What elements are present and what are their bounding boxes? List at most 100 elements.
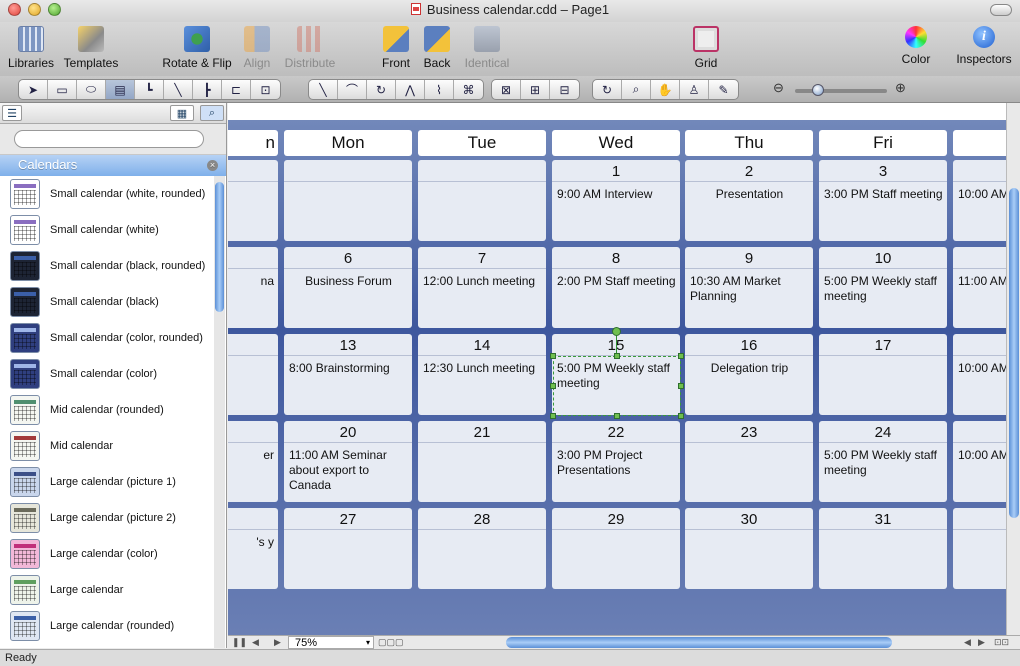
calendar-day-cell[interactable]: 11:00 AM training [953,247,1006,328]
grid-view-icon[interactable]: ▦ [170,105,194,121]
scroll-right-icon[interactable]: ▶ [978,636,985,649]
zoom-in-icon[interactable]: ⊕ [895,80,906,96]
tree-connector-tool-icon[interactable]: ┣ [193,80,222,99]
horizontal-scroll-thumb[interactable] [506,637,892,648]
stamp-icon[interactable]: ♙ [680,80,709,99]
search-toggle-icon[interactable]: ⌕ [200,105,224,121]
scroll-left-icon[interactable]: ◀ [964,636,971,649]
insert-tool-icon[interactable]: ⊡ [251,80,280,99]
front-button[interactable]: Front [378,26,414,70]
resize-handle-ne[interactable] [678,353,684,359]
line-tool-icon[interactable]: ╲ [309,80,338,99]
library-item[interactable]: Large calendar (picture 2) [0,500,214,536]
snap-icon[interactable]: ⊠ [492,80,521,99]
zoom-slider[interactable] [795,89,887,93]
resize-handle-sw[interactable] [550,413,556,419]
calendars-section-header[interactable]: Calendars × [0,155,226,176]
close-section-icon[interactable]: × [207,160,218,171]
calendar-day-cell[interactable]: 13 8:00 Brainstorming [284,334,412,415]
hand-pan-icon[interactable]: ✋ [651,80,680,99]
calendar-day-cell[interactable] [228,160,278,241]
arc-tool-icon[interactable]: ⌒ [338,80,367,99]
align-button[interactable]: Align [238,26,276,70]
library-item[interactable]: Small calendar (black, rounded) [0,248,214,284]
calendar-day-cell[interactable]: 2 Presentation [685,160,813,241]
close-window-button[interactable] [8,3,21,16]
magnify-icon[interactable]: ⌕ [622,80,651,99]
chain-tool-icon[interactable]: ⊏ [222,80,251,99]
minimize-window-button[interactable] [28,3,41,16]
calendar-day-cell[interactable]: 10 5:00 PM Weekly staff meeting [819,247,947,328]
calendar-day-cell[interactable] [418,160,546,241]
library-item[interactable]: Large calendar (color) [0,536,214,572]
sidebar-scrollbar[interactable] [214,176,225,648]
calendar-day-cell[interactable]: 14 12:30 Lunch meeting [418,334,546,415]
calendar-day-cell[interactable]: 8 2:00 PM Staff meeting [552,247,680,328]
selection-box[interactable] [553,356,681,416]
drawing-canvas[interactable]: n Mon Tue Wed Thu Fri 1 9:00 AM Interview 2 Prese… [228,103,1006,635]
calendar-day-cell[interactable]: 1 9:00 AM Interview [552,160,680,241]
calendar-day-cell[interactable]: 17 [819,334,947,415]
distribute-button[interactable]: Distribute [280,26,340,70]
calendar-day-cell[interactable] [953,508,1006,589]
calendar-day-cell[interactable]: 28 [418,508,546,589]
library-item[interactable]: Large calendar (picture 1) [0,464,214,500]
vertical-scroll-thumb[interactable] [1009,188,1019,518]
library-item[interactable]: Small calendar (black) [0,284,214,320]
library-item[interactable]: Large calendar [0,572,214,608]
back-button[interactable]: Back [420,26,454,70]
resize-handle-se[interactable] [678,413,684,419]
rectangle-tool-icon[interactable]: ▭ [48,80,77,99]
zoom-out-icon[interactable]: ⊖ [773,80,784,96]
list-view-icon[interactable]: ☰ [2,105,22,121]
prev-page-icon[interactable]: ◀ [252,636,259,649]
templates-button[interactable]: Templates [62,26,120,70]
color-button[interactable]: Color [898,26,934,66]
libraries-button[interactable]: Libraries [6,26,56,70]
zoom-slider-knob[interactable] [812,84,824,96]
calendar-day-cell[interactable]: 24 5:00 PM Weekly staff meeting [819,421,947,502]
calendar-day-cell[interactable]: 20 11:00 AM Seminar about export to Canad… [284,421,412,502]
calendar-day-cell[interactable]: 's y [228,508,278,589]
grid-button[interactable]: Grid [690,26,722,70]
smart-connector-tool-icon[interactable]: ╲ [164,80,193,99]
refresh-icon[interactable]: ↻ [593,80,622,99]
page-pause-icon[interactable]: ❚❚ [232,636,247,649]
rotation-handle[interactable] [612,327,621,336]
inspectors-button[interactable]: i Inspectors [954,26,1014,66]
library-item[interactable]: Mid calendar [0,428,214,464]
toolbar-toggle-button[interactable] [990,4,1012,16]
calendar-day-cell[interactable] [228,334,278,415]
calendar-day-cell[interactable]: 9 10:30 AM Market Planning [685,247,813,328]
calendar-day-cell[interactable]: 7 12:00 Lunch meeting [418,247,546,328]
calendar-day-cell[interactable]: 22 3:00 PM Project Presentations [552,421,680,502]
zoom-select[interactable]: 75% ▾ [288,636,374,649]
library-item[interactable]: Small calendar (white, rounded) [0,176,214,212]
spline-tool-icon[interactable]: ⌇ [425,80,454,99]
resize-handle-s[interactable] [614,413,620,419]
eyedropper-icon[interactable]: ✎ [709,80,738,99]
text-tool-icon[interactable]: ▤ [106,80,135,99]
library-search-input[interactable] [14,130,204,148]
calendar-day-cell[interactable]: 3 3:00 PM Staff meeting [819,160,947,241]
resize-handle-e[interactable] [678,383,684,389]
resize-handle-w[interactable] [550,383,556,389]
library-item[interactable]: Small calendar (white) [0,212,214,248]
fit-page-icon[interactable]: ⊡⊡ [994,636,1009,649]
library-item[interactable]: Large calendar (rounded) [0,608,214,644]
calendar-day-cell[interactable]: 16 Delegation trip [685,334,813,415]
calendar-day-cell[interactable]: 10:00 AM training [953,421,1006,502]
calendar-day-cell[interactable]: 10:00 AM training [953,160,1006,241]
calendar-day-cell[interactable]: 21 [418,421,546,502]
calendar-day-cell[interactable]: 30 [685,508,813,589]
zoom-window-button[interactable] [48,3,61,16]
library-item[interactable]: Small calendar (color) [0,356,214,392]
scale-snap-icon[interactable]: ⊟ [550,80,579,99]
ellipse-tool-icon[interactable]: ⬭ [77,80,106,99]
calendar-day-cell[interactable]: 27 [284,508,412,589]
connector-tool-icon[interactable]: ┗ [135,80,164,99]
calendar-day-cell[interactable]: er [228,421,278,502]
calendar-day-cell[interactable]: 6 Business Forum [284,247,412,328]
calendar-day-cell[interactable]: 31 [819,508,947,589]
group-snap-icon[interactable]: ⊞ [521,80,550,99]
